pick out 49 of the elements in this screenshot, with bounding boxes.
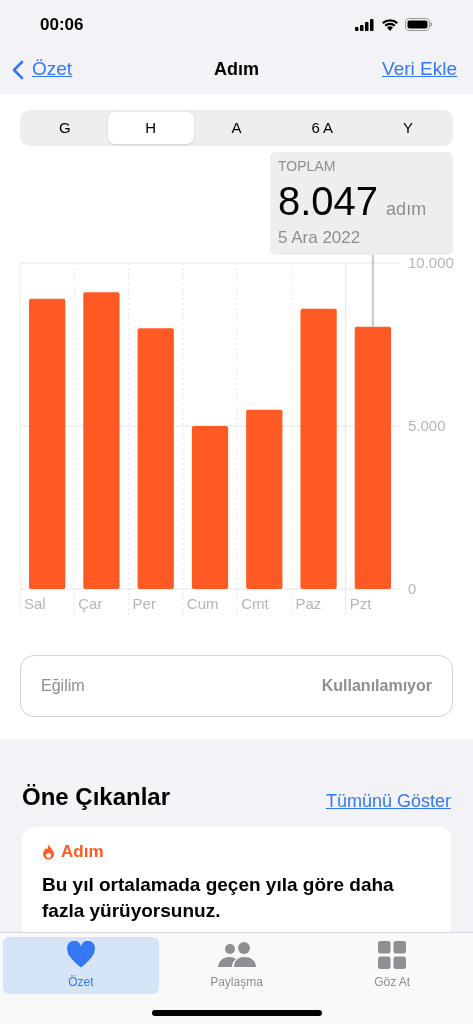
trend-row[interactable]: Eğilim Kullanılamıyor	[20, 654, 453, 717]
section-title: Öne Çıkanlar	[22, 781, 171, 812]
bar[interactable]	[300, 308, 337, 589]
segment[interactable]: G	[22, 112, 108, 145]
bar[interactable]	[83, 292, 120, 589]
bar[interactable]	[354, 326, 391, 589]
highlight-card[interactable]: Adım Bu yıl ortalamada geçen yıla göre daha fazla yürüyorsunuz.	[22, 826, 451, 933]
nav-title: Adım	[214, 58, 259, 82]
day-label: Cmt	[240, 593, 270, 614]
card-category: Adım	[61, 840, 104, 863]
axis-label: 10.000	[408, 254, 454, 270]
bar[interactable]	[246, 409, 283, 589]
battery-icon	[405, 18, 433, 32]
status-time: 00:06	[40, 13, 84, 36]
bar[interactable]	[29, 298, 66, 589]
segment[interactable]: 6 A	[279, 112, 366, 145]
day-label: Pzt	[348, 593, 373, 614]
segment[interactable]: H	[107, 112, 194, 145]
summary-label: TOPLAM	[278, 157, 337, 177]
summary-unit: adım	[386, 200, 427, 219]
flame-icon	[42, 843, 55, 860]
tab-bar-item[interactable]: Göz At	[314, 937, 470, 995]
trend-value: Kullanılamıyor	[321, 675, 432, 696]
chevron-left-icon	[12, 59, 24, 80]
day-label: Çar	[77, 593, 104, 614]
grid-icon	[378, 940, 407, 969]
summary-date: 5 Ara 2022	[278, 227, 362, 250]
trend-label: Eğilim	[41, 675, 85, 696]
card-text: Bu yıl ortalamada geçen yıla göre daha fazla yürüyorsunuz.	[42, 873, 395, 924]
day-label: Cum	[185, 593, 220, 614]
add-data-link[interactable]: Veri Ekle	[382, 55, 461, 84]
signal-icon	[355, 18, 375, 31]
day-label: Per	[131, 593, 157, 614]
show-all-link[interactable]: Tümünü Göster	[325, 787, 451, 815]
axis-label: 5.000	[408, 417, 446, 433]
people-icon	[216, 940, 257, 969]
summary-value: 8.047	[278, 181, 379, 222]
back-link[interactable]: Özet	[12, 55, 73, 84]
bar[interactable]	[191, 425, 229, 589]
bar[interactable]	[137, 328, 174, 589]
wifi-icon	[381, 18, 399, 32]
day-label: Paz	[294, 593, 323, 614]
axis-label: 0	[408, 580, 417, 596]
heart-icon	[65, 940, 96, 969]
tab-bar-item[interactable]: Paylaşma	[158, 937, 315, 995]
day-label: Sal	[23, 593, 47, 614]
tab-bar-item[interactable]: Özet	[3, 937, 159, 995]
segment[interactable]: Y	[365, 112, 451, 145]
segment[interactable]: A	[193, 112, 280, 145]
